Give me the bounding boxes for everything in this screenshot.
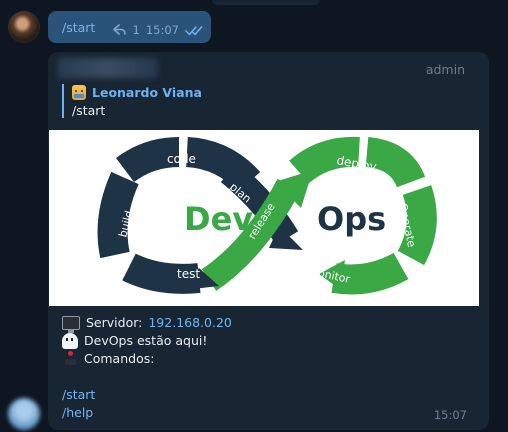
admin-badge: admin <box>425 62 465 77</box>
double-check-icon <box>185 25 203 36</box>
server-ip-link[interactable]: 192.168.0.20 <box>148 314 232 332</box>
devops-banner-image[interactable]: Dev Ops code plan build test release dep… <box>49 130 479 306</box>
commands-line: Comandos: <box>62 350 232 368</box>
bot-avatar[interactable] <box>8 398 40 430</box>
dev-word: Dev <box>184 200 253 238</box>
outgoing-message[interactable]: /start 1 15:07 <box>48 11 211 43</box>
incoming-time: 15:07 <box>433 408 467 422</box>
command-help-link[interactable]: /help <box>62 404 232 422</box>
bot-info-text: Servidor: 192.168.0.20 DevOps estão aqui… <box>62 314 232 422</box>
devops-line: DevOps estão aqui! <box>62 332 232 350</box>
monitor-icon <box>62 316 80 333</box>
commands-label: Comandos: <box>84 351 155 366</box>
sender-name-blurred[interactable] <box>58 58 158 78</box>
devops-text: DevOps estão aqui! <box>84 333 208 348</box>
person-emoji-icon <box>72 85 86 100</box>
reply-quote[interactable]: Leonardo Viana /start <box>62 84 202 118</box>
reply-icon[interactable] <box>112 24 127 36</box>
devops-infinity-logo: Dev Ops code plan build test release dep… <box>97 136 437 295</box>
server-line: Servidor: 192.168.0.20 <box>62 314 232 333</box>
incoming-bot-message[interactable]: admin Leonardo Viana /start Dev Ops code… <box>48 52 489 430</box>
server-label: Servidor: <box>86 315 143 330</box>
outgoing-message-meta: 1 15:07 <box>112 23 203 37</box>
reply-author-name: Leonardo Viana <box>92 85 202 100</box>
command-start-link[interactable]: /start <box>62 386 232 404</box>
label-test: test <box>177 267 200 281</box>
ghost-icon <box>62 333 78 349</box>
reply-text: /start <box>72 103 106 118</box>
reply-count: 1 <box>132 23 140 37</box>
joystick-icon <box>62 351 78 367</box>
previous-message-edge <box>212 0 320 5</box>
reply-author: Leonardo Viana <box>72 84 202 101</box>
ops-word: Ops <box>317 200 386 238</box>
user-avatar[interactable] <box>8 11 40 43</box>
label-code: code <box>167 152 196 166</box>
outgoing-time: 15:07 <box>145 23 179 37</box>
outgoing-message-text[interactable]: /start <box>62 20 95 35</box>
